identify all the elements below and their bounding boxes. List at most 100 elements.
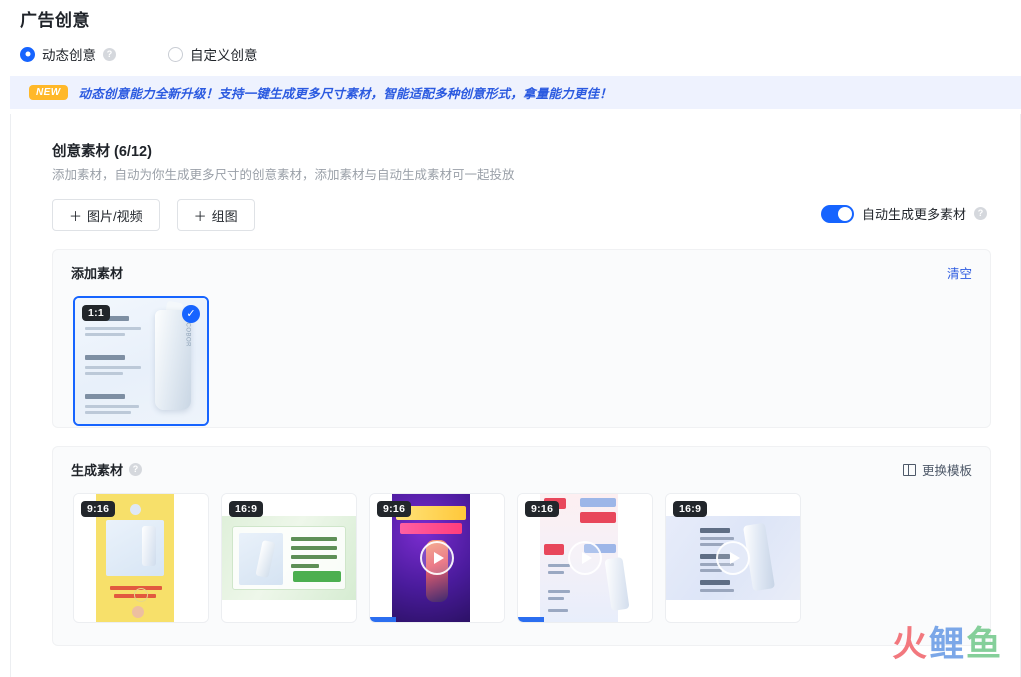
headline-3 — [85, 394, 125, 399]
ad-creative-page: 广告创意 动态创意 ? 自定义创意 NEW 动态创意能力全新升级！支持一键生成更… — [0, 0, 1021, 677]
generated-thumb-2[interactable]: 16:9 — [221, 493, 357, 623]
banner-text: 动态创意能力全新升级！支持一键生成更多尺寸素材，智能适配多种创意形式，拿量能力更… — [78, 87, 612, 101]
added-panel-title: 添加素材 — [71, 266, 124, 281]
body-line — [85, 327, 141, 330]
product-bottle-shape — [142, 526, 156, 566]
play-triangle — [433, 552, 444, 564]
decor-dot — [132, 606, 144, 618]
ratio-badge: 16:9 — [229, 501, 264, 517]
new-badge: NEW — [29, 85, 68, 100]
watermark-char-3: 鱼 — [965, 625, 1003, 665]
copy-line — [548, 571, 564, 574]
copy-line — [700, 569, 722, 572]
video-tab-indicator — [370, 617, 396, 622]
play-triangle — [729, 552, 740, 564]
generated-panel-title-text: 生成素材 — [71, 463, 124, 478]
copy-line — [700, 589, 734, 592]
added-material-panel: 添加素材 清空 COBOR 1:1 ✓ — [52, 249, 991, 428]
play-triangle — [581, 552, 592, 564]
radio-label-dynamic: 动态创意 — [42, 48, 96, 63]
add-image-video-label: 图片/视频 — [87, 208, 143, 224]
generated-thumb-5[interactable]: 16:9 — [665, 493, 801, 623]
add-material-buttons: ＋ 图片/视频 ＋ 组图 — [52, 199, 255, 231]
added-panel-header: 添加素材 清空 — [53, 250, 990, 282]
generated-thumb-3[interactable]: 9:16 — [369, 493, 505, 623]
creative-material-card: 创意素材 (6/12) 添加素材，自动为你生成更多尺寸的创意素材，添加素材与自动… — [10, 114, 1021, 677]
radio-label-custom: 自定义创意 — [190, 48, 258, 63]
body-line — [85, 411, 131, 414]
copy-line — [548, 597, 564, 600]
ratio-badge: 16:9 — [673, 501, 708, 517]
check-icon[interactable]: ✓ — [182, 305, 200, 323]
radio-dot-icon[interactable] — [20, 46, 35, 62]
generated-thumb-1[interactable]: 9:16 — [73, 493, 209, 623]
add-group-image-button[interactable]: ＋ 组图 — [176, 199, 255, 231]
auto-generate-label: 自动生成更多素材 — [861, 207, 966, 222]
label-shape — [580, 498, 616, 507]
page-title: 广告创意 — [20, 11, 90, 30]
play-icon[interactable] — [568, 541, 602, 575]
add-image-video-button[interactable]: ＋ 图片/视频 — [52, 199, 160, 231]
section-title: 创意素材 (6/12) — [52, 144, 152, 160]
help-icon[interactable]: ? — [103, 47, 116, 61]
body-line — [85, 333, 125, 336]
product-bottle-shape — [255, 540, 276, 578]
brand-text: COBOR — [185, 322, 191, 347]
copy-line — [548, 590, 570, 593]
watermark-char-2: 鲤 — [928, 625, 966, 665]
video-tab-indicator — [518, 617, 544, 622]
clear-link[interactable]: 清空 — [947, 263, 972, 282]
ratio-badge: 1:1 — [82, 305, 111, 321]
subhead-shape — [400, 523, 462, 534]
generated-panel-header: 生成素材 ? 更换模板 — [53, 447, 990, 479]
help-icon[interactable]: ? — [129, 463, 143, 476]
body-line — [85, 372, 123, 375]
product-inset — [106, 520, 164, 576]
generated-material-panel: 生成素材 ? 更换模板 9:16 16:9 9:16 9:16 16:9 — [52, 446, 991, 646]
copy-line — [291, 546, 337, 550]
added-thumb-row: COBOR 1:1 ✓ — [53, 282, 990, 426]
change-template-button[interactable]: 更换模板 — [902, 460, 972, 479]
radio-custom-creative[interactable]: 自定义创意 — [168, 44, 258, 64]
ratio-badge: 9:16 — [377, 501, 412, 517]
headline-3 — [700, 580, 730, 585]
watermark: 火鲤鱼 — [892, 616, 1003, 667]
headline-2 — [85, 355, 125, 360]
template-panel — [232, 526, 346, 590]
section-subtitle: 添加素材，自动为你生成更多尺寸的创意素材，添加素材与自动生成素材可一起投放 — [52, 168, 515, 182]
generated-thumb-4[interactable]: 9:16 — [517, 493, 653, 623]
ratio-badge: 9:16 — [525, 501, 560, 517]
label-shape — [580, 512, 616, 523]
copy-line — [291, 537, 337, 541]
copy-line — [548, 564, 570, 567]
logo-shape — [130, 504, 141, 515]
generated-panel-title: 生成素材 ? — [71, 460, 143, 479]
radio-dot-icon[interactable] — [168, 46, 183, 62]
auto-generate-toggle[interactable] — [820, 204, 854, 223]
plus-icon: ＋ — [193, 208, 207, 224]
radio-dynamic-creative[interactable]: 动态创意 ? — [20, 44, 116, 64]
cta-button-shape — [293, 571, 341, 582]
ratio-badge: 9:16 — [81, 501, 116, 517]
copy-line — [548, 609, 568, 612]
auto-generate-toggle-row: 自动生成更多素材 ? — [820, 204, 987, 223]
watermark-char-1: 火 — [891, 625, 929, 665]
material-thumb-1[interactable]: COBOR 1:1 ✓ — [73, 296, 209, 426]
promo-banner: NEW 动态创意能力全新升级！支持一键生成更多尺寸素材，智能适配多种创意形式，拿… — [10, 76, 1021, 109]
body-line — [85, 366, 141, 369]
plus-icon: ＋ — [69, 208, 83, 224]
copy-line — [700, 537, 734, 540]
play-icon[interactable] — [420, 541, 454, 575]
copy-line — [291, 555, 337, 559]
generated-thumb-row: 9:16 16:9 9:16 9:16 16:9 — [53, 479, 990, 623]
layout-icon — [902, 463, 916, 476]
help-icon[interactable]: ? — [974, 207, 987, 220]
decor-circle — [134, 588, 148, 602]
copy-line — [291, 564, 319, 568]
play-icon[interactable] — [716, 541, 750, 575]
headline-1 — [700, 528, 730, 533]
product-inset — [239, 533, 283, 585]
label-shape — [544, 544, 564, 555]
add-group-image-label: 组图 — [211, 208, 238, 224]
change-template-label: 更换模板 — [921, 464, 972, 478]
